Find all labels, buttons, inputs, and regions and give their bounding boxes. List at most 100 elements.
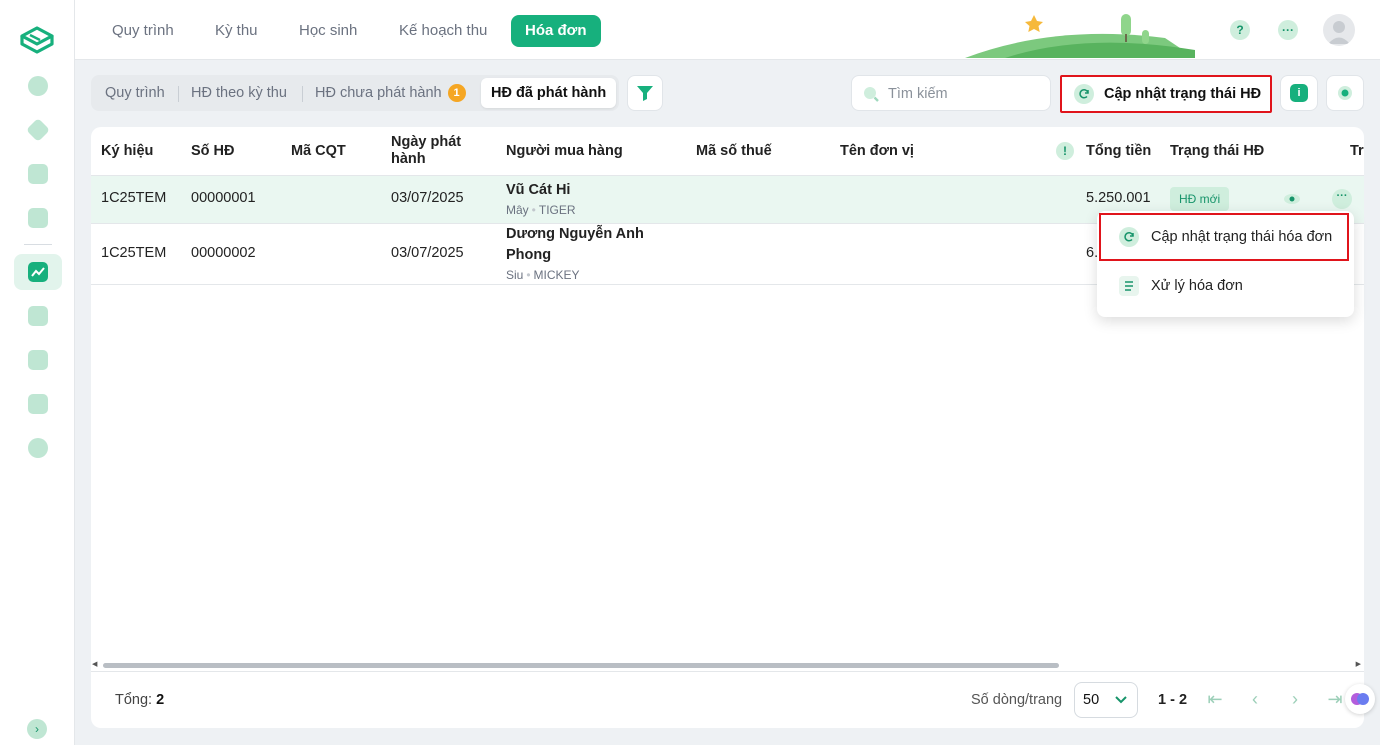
cell-so-hd: 00000002 bbox=[191, 245, 256, 261]
buyer-sub: Siu • MICKEY bbox=[506, 268, 656, 282]
wallet-icon bbox=[28, 306, 48, 326]
buyer-class: Siu bbox=[506, 268, 524, 282]
help-icon[interactable]: ? bbox=[1230, 20, 1250, 40]
sidebar-item-settings[interactable] bbox=[14, 430, 62, 466]
sidebar-item-briefcase[interactable] bbox=[14, 342, 62, 378]
subtab-hd-da-phat-hanh[interactable]: HĐ đã phát hành bbox=[481, 78, 617, 108]
heart-icon bbox=[28, 208, 48, 228]
tab-hoa-don[interactable]: Hóa đơn bbox=[511, 15, 601, 47]
separator-dot: • bbox=[526, 268, 531, 282]
info-icon: i bbox=[1290, 84, 1308, 102]
search-icon bbox=[864, 87, 879, 102]
col-tr-truncated[interactable]: Tr bbox=[1350, 127, 1364, 175]
bar-chart-icon bbox=[28, 394, 48, 414]
tab-ke-hoach-thu[interactable]: Kế hoạch thu bbox=[385, 15, 501, 47]
brain-icon bbox=[1351, 693, 1369, 705]
sidebar-item-health[interactable] bbox=[14, 200, 62, 236]
buyer-group: MICKEY bbox=[533, 268, 580, 282]
eye-icon[interactable] bbox=[1283, 190, 1301, 208]
separator-dot: • bbox=[531, 203, 536, 217]
total-label: Tổng: bbox=[115, 692, 153, 708]
rows-per-page-value: 50 bbox=[1083, 692, 1100, 708]
filter-button[interactable] bbox=[627, 75, 663, 111]
gear-icon bbox=[1338, 86, 1352, 100]
col-trang-thai-hd[interactable]: Trạng thái HĐ bbox=[1170, 127, 1264, 175]
scrollbar-thumb[interactable] bbox=[103, 663, 1059, 668]
sidebar-item-dashboard[interactable] bbox=[14, 68, 62, 104]
seg-divider bbox=[178, 86, 179, 102]
pie-chart-icon bbox=[28, 76, 48, 96]
app-logo[interactable] bbox=[18, 24, 56, 56]
document-icon bbox=[1119, 276, 1139, 296]
col-so-hd[interactable]: Số HĐ bbox=[191, 127, 235, 175]
buyer-sub: Mây • TIGER bbox=[506, 203, 576, 217]
row-more-icon[interactable]: ··· bbox=[1332, 189, 1352, 209]
tab-quy-trinh[interactable]: Quy trình bbox=[98, 15, 188, 47]
ai-assistant-button[interactable] bbox=[1345, 684, 1375, 714]
rows-per-page-label: Số dòng/trang bbox=[971, 692, 1063, 708]
sidebar-item-folder[interactable] bbox=[14, 156, 62, 192]
sidebar-item-wallet[interactable] bbox=[14, 298, 62, 334]
sidebar-item-finance[interactable] bbox=[14, 254, 62, 290]
search-box bbox=[851, 75, 1051, 111]
hexagon-settings-icon bbox=[28, 438, 48, 458]
user-avatar[interactable] bbox=[1323, 14, 1355, 46]
seg-divider bbox=[302, 86, 303, 102]
prev-page-icon[interactable]: ‹ bbox=[1246, 689, 1264, 711]
col-ngay-phat-hanh[interactable]: Ngày phát hành bbox=[391, 127, 481, 175]
menu-item-label: Xử lý hóa đơn bbox=[1151, 278, 1243, 294]
top-header: Quy trình Kỳ thu Học sinh Kế hoạch thu H… bbox=[75, 0, 1380, 60]
update-invoice-status-button[interactable]: Cập nhật trạng thái HĐ bbox=[1060, 75, 1272, 113]
chevron-down-icon bbox=[1115, 696, 1127, 704]
menu-process-invoice[interactable]: Xử lý hóa đơn bbox=[1097, 264, 1354, 308]
tab-hoc-sinh[interactable]: Học sinh bbox=[285, 15, 371, 47]
warning-icon[interactable]: ! bbox=[1056, 142, 1074, 160]
buyer-name: Vũ Cát Hi bbox=[506, 182, 571, 198]
refresh-icon bbox=[1119, 227, 1139, 247]
tab-ky-thu[interactable]: Kỳ thu bbox=[201, 15, 272, 47]
buyer-class: Mây bbox=[506, 203, 529, 217]
subtab-quy-trinh[interactable]: Quy trình bbox=[95, 78, 175, 108]
search-input[interactable] bbox=[888, 82, 1038, 106]
cell-buyer: Vũ Cát Hi Mây • TIGER bbox=[506, 180, 576, 217]
next-page-icon[interactable]: › bbox=[1286, 689, 1304, 711]
more-icon[interactable]: ··· bbox=[1278, 20, 1298, 40]
horizontal-scrollbar[interactable]: ◀ ▶ bbox=[91, 660, 1364, 670]
menu-update-invoice-status[interactable]: Cập nhật trạng thái hóa đơn bbox=[1099, 213, 1349, 261]
sidebar-item-reports[interactable] bbox=[14, 386, 62, 422]
rows-per-page-select[interactable]: 50 bbox=[1074, 682, 1138, 718]
settings-button[interactable] bbox=[1326, 75, 1364, 111]
col-ten-don-vi[interactable]: Tên đơn vị bbox=[840, 127, 914, 175]
scroll-left-arrow[interactable]: ◀ bbox=[92, 660, 97, 668]
chart-line-icon bbox=[28, 262, 48, 282]
sidebar-item-send[interactable] bbox=[14, 112, 62, 148]
col-nguoi-mua-hang[interactable]: Người mua hàng bbox=[506, 127, 623, 175]
col-ma-so-thue[interactable]: Mã số thuế bbox=[696, 127, 772, 175]
last-page-icon[interactable]: ⇥ bbox=[1326, 689, 1344, 711]
first-page-icon[interactable]: ⇤ bbox=[1206, 689, 1224, 711]
sidebar: › bbox=[0, 0, 75, 745]
footer-divider bbox=[91, 671, 1364, 672]
header-decoration-hill bbox=[965, 0, 1195, 58]
cell-ky-hieu: 1C25TEM bbox=[101, 190, 167, 206]
total-count: Tổng: 2 bbox=[115, 692, 164, 708]
briefcase-icon bbox=[28, 350, 48, 370]
cell-ngay: 03/07/2025 bbox=[391, 190, 464, 206]
col-ma-cqt[interactable]: Mã CQT bbox=[291, 127, 346, 175]
send-icon bbox=[25, 117, 51, 143]
col-ky-hieu[interactable]: Ký hiệu bbox=[101, 127, 153, 175]
subtab-hd-chua-phat-hanh[interactable]: HĐ chưa phát hành 1 bbox=[305, 78, 476, 108]
update-status-label: Cập nhật trạng thái HĐ bbox=[1104, 86, 1262, 102]
buyer-name: Dương Nguyễn Anh Phong bbox=[506, 226, 644, 263]
filter-icon bbox=[637, 86, 653, 101]
scroll-right-arrow[interactable]: ▶ bbox=[1356, 660, 1361, 668]
cell-so-hd: 00000001 bbox=[191, 190, 256, 206]
col-tong-tien[interactable]: Tổng tiền bbox=[1086, 127, 1151, 175]
sidebar-divider bbox=[24, 244, 52, 245]
subtab-hd-theo-ky-thu[interactable]: HĐ theo kỳ thu bbox=[181, 78, 297, 108]
refresh-icon bbox=[1074, 84, 1094, 104]
buyer-group: TIGER bbox=[538, 203, 576, 217]
cell-ngay: 03/07/2025 bbox=[391, 245, 464, 261]
info-button[interactable]: i bbox=[1280, 75, 1318, 111]
sidebar-expand-button[interactable]: › bbox=[27, 719, 47, 739]
